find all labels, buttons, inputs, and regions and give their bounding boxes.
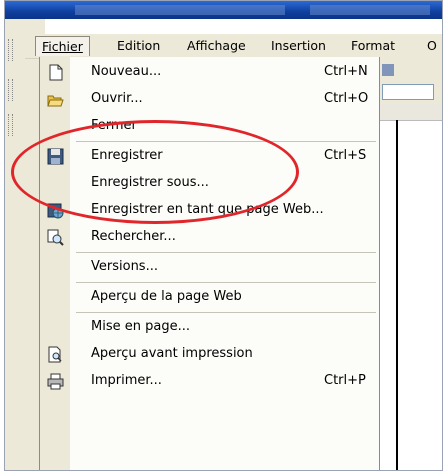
menu-item-enregistrer-shortcut: Ctrl+S — [324, 148, 367, 163]
menu-item-rechercher[interactable]: Rechercher... — [40, 224, 379, 251]
right-toolbar — [378, 58, 442, 104]
menu-item-apercu-impression-label: Aperçu avant impression — [91, 346, 253, 361]
printer-icon — [47, 373, 64, 390]
title-bar-text-obscured-2 — [310, 5, 430, 15]
toolbar-dropdown[interactable] — [382, 84, 434, 100]
menu-item-ouvrir-shortcut: Ctrl+O — [324, 91, 369, 106]
application-window: Fichier Edition Affichage Insertion Form… — [4, 0, 443, 471]
menu-item-enregistrer[interactable]: Enregistrer Ctrl+S — [40, 143, 379, 170]
menu-separator-2 — [76, 252, 376, 253]
menu-item-enregistrer-sous-label: Enregistrer sous... — [91, 175, 209, 190]
menu-item-apercu-web[interactable]: Aperçu de la page Web — [40, 284, 379, 311]
open-folder-icon — [47, 95, 64, 107]
menu-fichier-label: Fichier — [42, 39, 83, 54]
menu-item-versions-label: Versions... — [91, 259, 158, 274]
menu-affichage-label: Affichage — [187, 38, 246, 53]
menu-item-mise-en-page[interactable]: Mise en page... — [40, 314, 379, 341]
page-edge — [396, 120, 398, 470]
menu-item-ouvrir-label: Ouvrir... — [91, 91, 143, 106]
menu-item-apercu-web-label: Aperçu de la page Web — [91, 289, 242, 304]
menu-item-imprimer-shortcut: Ctrl+P — [324, 373, 366, 388]
menu-item-mise-en-page-label: Mise en page... — [91, 319, 190, 334]
menu-item-fermer[interactable]: Fermer — [40, 113, 379, 140]
menu-edition-label: Edition — [117, 38, 161, 53]
menu-separator-3 — [76, 282, 376, 283]
toolbar-grip[interactable] — [8, 39, 13, 61]
menu-outils[interactable]: O — [421, 36, 442, 55]
menu-item-fermer-label: Fermer — [91, 118, 137, 133]
menu-affichage[interactable]: Affichage — [181, 36, 252, 55]
new-document-icon — [49, 64, 63, 81]
menu-separator — [76, 141, 376, 142]
menu-item-imprimer[interactable]: Imprimer... Ctrl+P — [40, 368, 379, 395]
ruler — [378, 104, 442, 121]
document-area — [378, 58, 442, 470]
file-menu: Nouveau... Ctrl+N Ouvrir... Ctrl+O Ferme… — [39, 57, 380, 470]
toolbar-icon[interactable] — [382, 64, 394, 76]
toolbar-grip-2[interactable] — [8, 79, 13, 101]
menu-item-nouveau-shortcut: Ctrl+N — [324, 64, 368, 79]
toolbar-grip-3[interactable] — [8, 114, 13, 136]
menu-item-rechercher-label: Rechercher... — [91, 229, 176, 244]
menu-item-enregistrer-web-label: Enregistrer en tant que page Web... — [91, 202, 324, 217]
menu-outils-label: O — [427, 38, 437, 53]
menu-format[interactable]: Format — [345, 36, 401, 55]
menu-insertion-label: Insertion — [271, 38, 326, 53]
menu-item-apercu-impression[interactable]: Aperçu avant impression — [40, 341, 379, 368]
title-bar — [5, 1, 442, 19]
menu-item-enregistrer-web[interactable]: Enregistrer en tant que page Web... — [40, 197, 379, 224]
menu-item-ouvrir[interactable]: Ouvrir... Ctrl+O — [40, 86, 379, 113]
menu-item-imprimer-label: Imprimer... — [91, 373, 162, 388]
menu-item-nouveau[interactable]: Nouveau... Ctrl+N — [40, 59, 379, 86]
menu-format-label: Format — [351, 38, 396, 53]
print-preview-icon — [48, 346, 62, 363]
menu-bar: Fichier Edition Affichage Insertion Form… — [25, 34, 442, 59]
menu-item-enregistrer-label: Enregistrer — [91, 148, 163, 163]
menu-item-enregistrer-sous[interactable]: Enregistrer sous... — [40, 170, 379, 197]
menu-item-versions[interactable]: Versions... — [40, 254, 379, 281]
floppy-disk-icon — [47, 148, 64, 165]
save-web-page-icon — [47, 203, 64, 219]
search-files-icon — [47, 229, 64, 246]
menu-fichier[interactable]: Fichier — [35, 36, 90, 56]
menu-item-nouveau-label: Nouveau... — [91, 64, 162, 79]
menu-edition[interactable]: Edition — [111, 36, 166, 55]
menu-separator-4 — [76, 312, 376, 313]
title-bar-text-obscured — [75, 5, 285, 15]
menu-insertion[interactable]: Insertion — [265, 36, 332, 55]
